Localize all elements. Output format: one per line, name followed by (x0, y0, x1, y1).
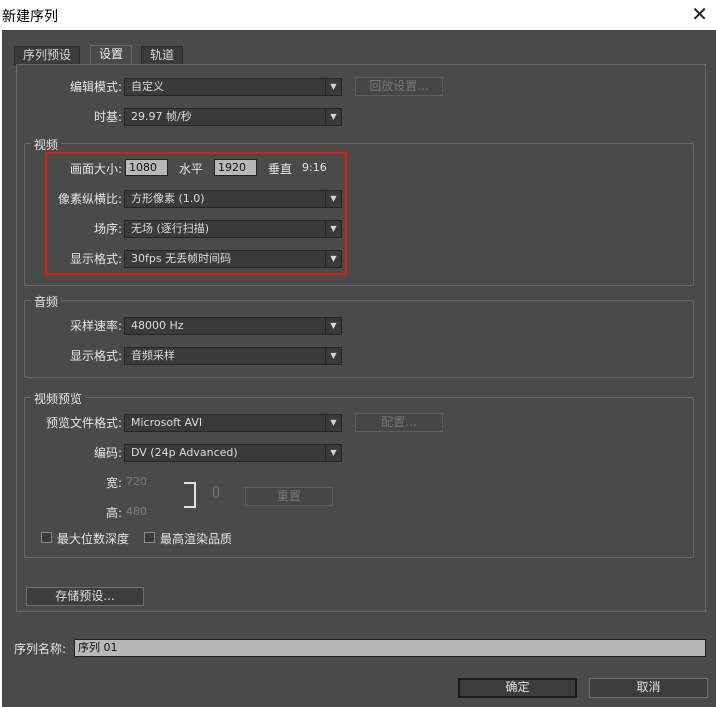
audio-group: 音频 (24, 293, 694, 378)
reset-button[interactable]: 重置 (245, 487, 333, 506)
chevron-down-icon: ▼ (325, 445, 341, 461)
editing-mode-label: 编辑模式: (69, 80, 122, 94)
chevron-down-icon: ▼ (325, 79, 341, 95)
editing-mode-value: 自定义 (131, 80, 164, 93)
sample-rate-label: 采样速率: (69, 319, 122, 333)
max-render-quality-checkbox[interactable] (144, 532, 155, 543)
chevron-down-icon: ▼ (325, 318, 341, 334)
preview-file-format-label: 预览文件格式: (45, 416, 122, 430)
preview-width-value[interactable]: 720 (126, 475, 147, 488)
max-bit-depth-checkbox[interactable] (41, 532, 52, 543)
video-preview-group-title: 视频预览 (31, 390, 86, 407)
timebase-value: 29.97 帧/秒 (131, 110, 192, 123)
window-title: 新建序列 (2, 9, 58, 25)
audio-display-format-select[interactable]: 音频采样 ▼ (124, 347, 342, 365)
max-render-quality-label: 最高渲染品质 (160, 532, 233, 546)
audio-display-format-value: 音频采样 (131, 349, 175, 362)
timebase-select[interactable]: 29.97 帧/秒 ▼ (124, 108, 342, 126)
codec-select[interactable]: DV (24p Advanced) ▼ (124, 444, 342, 462)
codec-value: DV (24p Advanced) (131, 446, 238, 459)
tab-tracks[interactable]: 轨道 (141, 46, 184, 65)
codec-label: 编码: (93, 446, 122, 460)
new-sequence-dialog: 序列预设 设置 轨道 编辑模式: 自定义 ▼ 回放设置... 时基: 29.97… (2, 30, 716, 707)
chevron-down-icon: ▼ (325, 348, 341, 364)
configure-button[interactable]: 配置... (355, 413, 443, 432)
cancel-button[interactable]: 取消 (589, 678, 708, 698)
max-bit-depth-label: 最大位数深度 (57, 532, 130, 546)
sample-rate-select[interactable]: 48000 Hz ▼ (124, 317, 342, 335)
preview-height-value[interactable]: 480 (126, 505, 147, 518)
title-bar: 新建序列 ✕ (0, 0, 716, 30)
chain-link-icon[interactable] (213, 486, 219, 498)
chevron-down-icon: ▼ (325, 415, 341, 431)
link-bracket-icon (184, 482, 196, 508)
tab-sequence-presets[interactable]: 序列预设 (14, 46, 81, 65)
preview-width-label: 宽: (105, 476, 122, 490)
preview-file-format-value: Microsoft AVI (131, 416, 203, 429)
ok-button[interactable]: 确定 (458, 678, 577, 698)
preview-height-label: 高: (105, 506, 122, 520)
sequence-name-input[interactable]: 序列 01 (74, 639, 706, 657)
sequence-name-label: 序列名称: (14, 642, 67, 656)
playback-settings-button[interactable]: 回放设置... (355, 77, 443, 96)
tab-settings[interactable]: 设置 (90, 45, 133, 65)
video-group-title: 视频 (31, 136, 62, 153)
timebase-label: 时基: (93, 110, 122, 124)
audio-display-format-label: 显示格式: (69, 349, 122, 363)
close-icon[interactable]: ✕ (691, 2, 708, 26)
editing-mode-select[interactable]: 自定义 ▼ (124, 78, 342, 96)
highlight-box (45, 152, 347, 275)
audio-group-title: 音频 (31, 293, 62, 310)
preview-file-format-select[interactable]: Microsoft AVI ▼ (124, 414, 342, 432)
save-preset-button[interactable]: 存储预设... (26, 587, 144, 606)
sample-rate-value: 48000 Hz (131, 319, 184, 332)
chevron-down-icon: ▼ (325, 109, 341, 125)
